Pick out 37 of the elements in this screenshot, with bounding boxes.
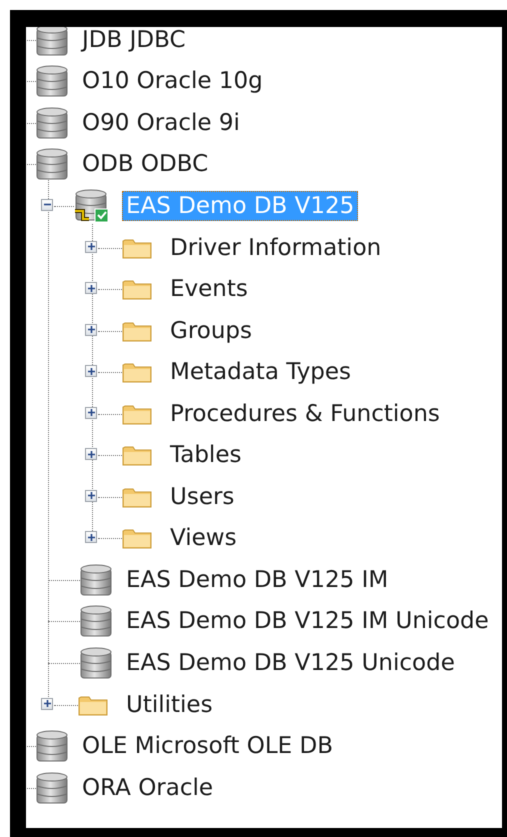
- expand-button[interactable]: [85, 448, 97, 460]
- tree-item-label[interactable]: EAS Demo DB V125 IM Unicode: [122, 606, 493, 636]
- plus-icon: [86, 408, 96, 418]
- tree-item-label[interactable]: O90 Oracle 9i: [78, 108, 244, 138]
- expand-button[interactable]: [85, 365, 97, 378]
- tree-item-label[interactable]: EAS Demo DB V125 IM: [122, 564, 392, 595]
- expand-button[interactable]: [85, 406, 97, 419]
- tree-item-label[interactable]: ORA Oracle: [78, 772, 218, 803]
- expand-button[interactable]: [41, 698, 53, 710]
- tree-item-label[interactable]: OLE Microsoft OLE DB: [78, 731, 337, 762]
- tree-item-label[interactable]: Events: [166, 274, 252, 304]
- plus-icon: [42, 699, 52, 708]
- tree-item-label[interactable]: Utilities: [122, 690, 217, 720]
- plus-icon: [86, 491, 96, 500]
- tree-item-label[interactable]: Metadata Types: [166, 357, 356, 388]
- expand-button[interactable]: [85, 324, 97, 336]
- plus-icon: [86, 325, 96, 334]
- expand-button[interactable]: [41, 198, 53, 211]
- tree-item-label[interactable]: JDB JDBC: [78, 27, 190, 55]
- plus-icon: [86, 242, 96, 251]
- tree-item-label[interactable]: O10 Oracle 10g: [78, 66, 267, 96]
- tree-item-label[interactable]: ODB ODBC: [78, 149, 212, 180]
- expand-button[interactable]: [85, 240, 97, 252]
- plus-icon: [86, 366, 96, 376]
- tree-item-label[interactable]: Views: [166, 523, 241, 554]
- tree-item-label[interactable]: EAS Demo DB V125 Unicode: [122, 648, 459, 678]
- tree-item-label[interactable]: Tables: [166, 440, 246, 470]
- expand-button[interactable]: [85, 490, 97, 502]
- plus-icon: [86, 284, 96, 293]
- expand-button[interactable]: [85, 531, 97, 544]
- tree-item-label[interactable]: Groups: [166, 316, 256, 346]
- tree-item-label[interactable]: Procedures & Functions: [166, 398, 444, 429]
- plus-icon: [86, 450, 96, 459]
- tree-item-label[interactable]: Users: [166, 482, 238, 512]
- plus-icon: [86, 532, 96, 542]
- tree-item-label[interactable]: Driver Information: [166, 232, 386, 262]
- expand-button[interactable]: [85, 282, 97, 294]
